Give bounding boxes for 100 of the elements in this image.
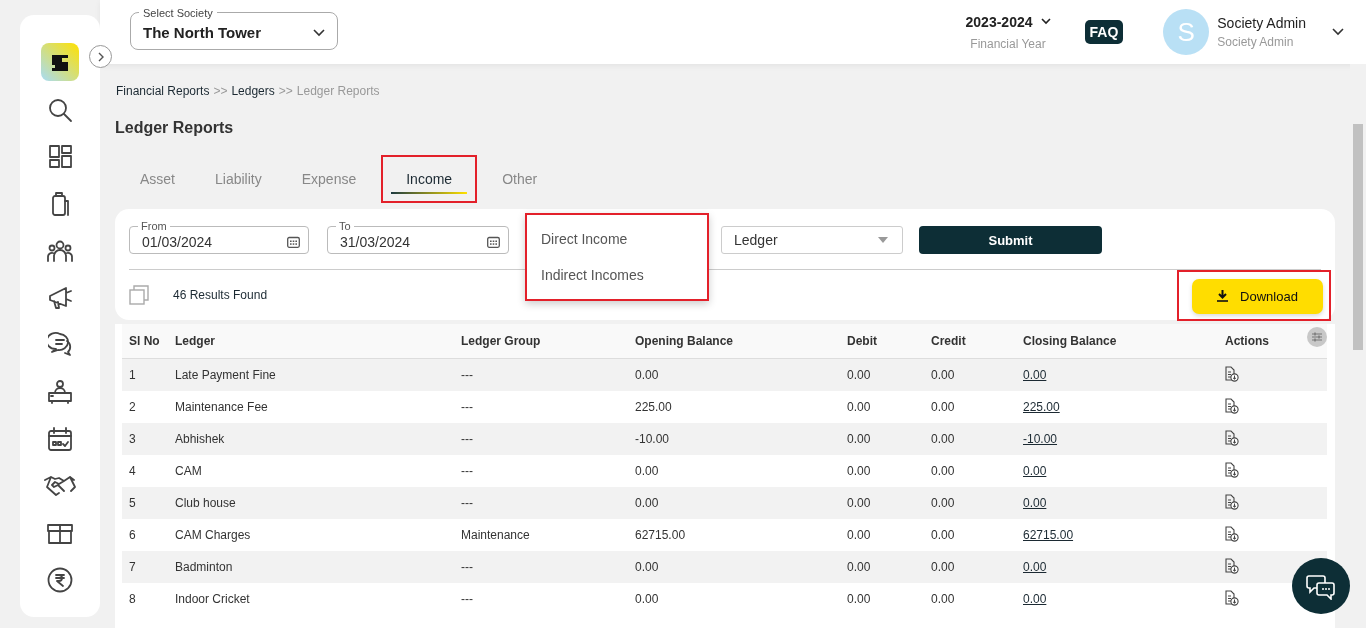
table-cell: 3 [129, 432, 136, 446]
column-header: Credit [931, 334, 966, 348]
table-cell: --- [461, 432, 473, 446]
table-cell: 0.00 [931, 464, 955, 478]
table-cell: Club house [175, 496, 236, 510]
column-header: Ledger Group [461, 334, 541, 348]
table-cell: 0.00 [931, 400, 955, 414]
menu-option[interactable]: Direct Income [527, 221, 707, 257]
date-field[interactable]: To 31/03/2024 [327, 220, 509, 254]
avatar: S [1163, 9, 1210, 55]
table-cell: 6 [129, 528, 136, 542]
breadcrumb-link[interactable]: Ledgers [231, 84, 275, 98]
search-icon[interactable] [47, 96, 73, 123]
column-header: Sl No [129, 334, 160, 348]
megaphone-icon[interactable] [47, 284, 73, 311]
rupee-icon[interactable] [47, 566, 73, 593]
menu-option[interactable]: Indirect Incomes [527, 257, 707, 293]
reception-desk-icon[interactable] [47, 379, 73, 404]
table-cell: 0.00 [635, 368, 659, 382]
balance-link[interactable]: 0.00 [1023, 496, 1047, 510]
logo-icon[interactable] [41, 43, 79, 81]
submit-button[interactable]: Submit [919, 226, 1102, 254]
calendar-icon[interactable] [48, 426, 72, 451]
year-select[interactable]: 2023-2024 [965, 13, 1051, 30]
column-header: Opening Balance [635, 334, 734, 348]
document-download-icon[interactable] [1225, 557, 1239, 574]
table-cell: --- [461, 496, 473, 510]
download-button[interactable]: Download [1192, 278, 1323, 314]
document-download-icon[interactable] [1225, 461, 1239, 478]
table-cell: 0.00 [847, 528, 871, 542]
dashboard-icon[interactable] [48, 145, 72, 168]
document-download-icon[interactable] [1225, 589, 1239, 606]
document-download-icon[interactable] [1225, 397, 1239, 414]
field-label: From [140, 220, 168, 232]
user-role: Society Admin [1217, 35, 1295, 49]
document-download-icon[interactable] [1225, 493, 1239, 510]
table-cell: 225.00 [635, 400, 672, 414]
society-select[interactable]: Select Society The North Tower [130, 6, 338, 50]
balance-link[interactable]: 0.00 [1023, 560, 1047, 574]
table-cell: CAM Charges [175, 528, 251, 542]
table-cell: --- [461, 560, 473, 574]
table-cell: 0.00 [635, 496, 659, 510]
date-field[interactable]: From 01/03/2024 [129, 220, 309, 254]
table-cell: 5 [129, 496, 136, 510]
balance-link[interactable]: 62715.00 [1023, 528, 1074, 542]
table-cell: 0.00 [635, 464, 659, 478]
year-caption: Financial Year [970, 36, 1046, 51]
caret-icon[interactable] [1332, 28, 1344, 36]
breadcrumb-separator: >> [278, 84, 293, 98]
user-name: Society Admin [1217, 15, 1306, 31]
column-header: Debit [847, 334, 877, 348]
box-icon[interactable] [47, 521, 73, 544]
document-download-icon[interactable] [1225, 525, 1239, 542]
balance-link[interactable]: 0.00 [1023, 592, 1047, 606]
table-cell: 1 [129, 368, 136, 382]
faq-button[interactable]: FAQ [1084, 20, 1124, 44]
balance-link[interactable]: 0.00 [1023, 464, 1047, 478]
table-cell: Indoor Cricket [175, 592, 250, 606]
building-icon[interactable] [49, 190, 71, 217]
table-cell: 0.00 [847, 464, 871, 478]
table-cell: 0.00 [635, 560, 659, 574]
table-cell: 0.00 [931, 496, 955, 510]
handshake-icon[interactable] [44, 473, 76, 498]
table-cell: --- [461, 592, 473, 606]
caret-icon[interactable] [1040, 18, 1051, 25]
document-download-icon[interactable] [1225, 365, 1239, 382]
caret-icon[interactable] [313, 28, 325, 37]
people-icon[interactable] [47, 238, 73, 263]
filter-settings-icon[interactable] [1307, 327, 1327, 347]
table-cell: -10.00 [635, 432, 670, 446]
table-cell: 4 [129, 464, 136, 478]
calendar-icon[interactable] [487, 236, 500, 248]
download-icon [1217, 290, 1229, 302]
balance-link[interactable]: 225.00 [1023, 400, 1060, 414]
table-cell: --- [461, 400, 473, 414]
table-cell: 0.00 [847, 496, 871, 510]
calendar-icon[interactable] [287, 236, 300, 248]
table-cell: Late Payment Fine [175, 368, 276, 382]
table-cell: 0.00 [847, 400, 871, 414]
table-cell: CAM [175, 464, 202, 478]
balance-link[interactable]: 0.00 [1023, 368, 1047, 382]
breadcrumb-link[interactable]: Financial Reports [116, 84, 210, 98]
document-download-icon[interactable] [1225, 429, 1239, 446]
table-cell: 0.00 [931, 560, 955, 574]
table-cell: 62715.00 [635, 528, 686, 542]
balance-link[interactable]: -10.00 [1023, 432, 1058, 446]
table-cell: 0.00 [931, 368, 955, 382]
chat-icon [1306, 572, 1336, 600]
chat-icon[interactable] [47, 332, 73, 357]
table-cell: Abhishek [175, 432, 225, 446]
table-cell: Badminton [175, 560, 233, 574]
table-cell: 0.00 [931, 528, 955, 542]
ledger-select[interactable]: Ledger [721, 226, 903, 254]
table-cell: 7 [129, 560, 136, 574]
column-header: Ledger [175, 334, 215, 348]
breadcrumb-separator: >> [213, 84, 228, 98]
column-header: Actions [1225, 334, 1269, 348]
table-cell: 2 [129, 400, 136, 414]
table-cell: 0.00 [847, 592, 871, 606]
table-cell: 0.00 [847, 560, 871, 574]
